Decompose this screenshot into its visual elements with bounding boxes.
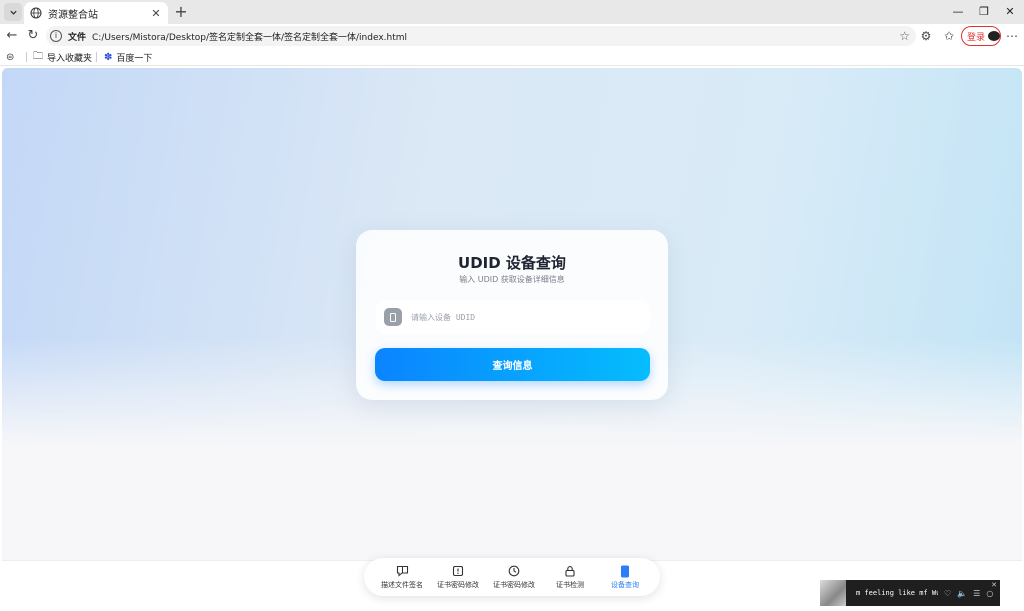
close-player-icon[interactable]: ✕ xyxy=(991,581,997,589)
page-viewport: UDID 设备查询 输入 UDID 获取设备详细信息 查询信息 描述文件签名 证… xyxy=(2,68,1022,609)
more-menu-icon[interactable]: ⋯ xyxy=(1004,28,1020,44)
chevron-down-icon xyxy=(9,10,17,15)
bookmark-separator xyxy=(96,52,97,62)
nav-item-profile-signing[interactable]: 描述文件签名 xyxy=(374,564,430,592)
globe-icon xyxy=(30,7,42,19)
bottom-nav: 描述文件签名 证书密码修改 证书密码修改 证书检测 设备查询 xyxy=(364,558,660,596)
lock-icon xyxy=(564,564,576,578)
new-tab-button[interactable]: + xyxy=(174,4,188,20)
loop-icon[interactable]: ○ xyxy=(986,589,993,598)
reload-icon[interactable]: ↻ xyxy=(25,28,41,44)
address-bar[interactable]: i 文件 C:/Users/Mistora/Desktop/签名定制全套一体/签… xyxy=(46,26,916,46)
tab-title: 资源整合站 xyxy=(48,9,98,21)
playlist-icon[interactable]: ☰ xyxy=(973,589,980,598)
nav-item-label: 证书密码修改 xyxy=(493,581,535,589)
nav-item-device-query[interactable]: 设备查询 xyxy=(597,564,653,592)
heart-icon[interactable]: ♡ xyxy=(944,589,951,598)
nav-item-label: 描述文件签名 xyxy=(381,581,423,589)
nav-item-cert-password-b[interactable]: 证书密码修改 xyxy=(486,564,542,592)
login-label: 登录 xyxy=(967,32,986,43)
nav-item-label: 证书检测 xyxy=(556,581,584,589)
udid-input[interactable] xyxy=(411,312,631,322)
udid-query-card: UDID 设备查询 输入 UDID 获取设备详细信息 查询信息 xyxy=(356,230,668,400)
tab-list-button[interactable] xyxy=(4,3,22,21)
track-name: m feeling like mf Wu- xyxy=(856,589,938,597)
back-icon[interactable]: ← xyxy=(4,28,20,44)
bookmark-label: 导入收藏夹 xyxy=(47,53,93,64)
close-window-icon[interactable]: ✕ xyxy=(1002,4,1018,20)
extensions-icon[interactable]: ⚙ xyxy=(918,28,934,44)
volume-icon[interactable]: 🔈 xyxy=(957,589,967,598)
query-button[interactable]: 查询信息 xyxy=(375,348,650,381)
card-title: UDID 设备查询 xyxy=(458,254,566,272)
favorite-star-icon[interactable]: ☆ xyxy=(899,29,910,43)
bookmark-import[interactable]: 🗀 导入收藏夹 xyxy=(33,50,93,64)
url-text[interactable]: C:/Users/Mistora/Desktop/签名定制全套一体/签名定制全套… xyxy=(92,30,407,43)
bookmarks-bar: ⊜ 🗀 导入收藏夹 ✽ 百度一下 xyxy=(0,48,1024,66)
scheme-label: 文件 xyxy=(68,32,87,43)
clock-icon xyxy=(508,564,520,578)
favorites-icon[interactable]: ✩ xyxy=(941,28,957,44)
nav-item-cert-password-a[interactable]: 证书密码修改 xyxy=(430,564,486,592)
folder-import-icon: 🗀 xyxy=(33,50,43,62)
bookmark-label: 百度一下 xyxy=(116,53,153,64)
phone-icon xyxy=(384,308,402,326)
tab-strip: 资源整合站 ✕ + — ❐ ✕ xyxy=(0,0,1024,24)
chat-bubble-icon xyxy=(396,564,409,578)
browser-toolbar: ← ↻ i 文件 C:/Users/Mistora/Desktop/签名定制全套… xyxy=(0,24,1024,48)
browser-tab[interactable]: 资源整合站 ✕ xyxy=(24,2,168,24)
album-art[interactable] xyxy=(820,580,846,606)
card-subtitle: 输入 UDID 获取设备详细信息 xyxy=(459,275,565,284)
nav-item-label: 设备查询 xyxy=(611,581,639,589)
reading-list-icon[interactable]: ⊜ xyxy=(6,51,14,63)
udid-input-wrapper[interactable] xyxy=(376,300,650,334)
avatar-icon xyxy=(988,31,1000,41)
nav-item-cert-check[interactable]: 证书检测 xyxy=(542,564,598,592)
mini-player: m feeling like mf Wu- ♡ 🔈 ☰ ○ ✕ xyxy=(820,580,1000,606)
info-icon[interactable]: i xyxy=(50,30,62,42)
minimize-icon[interactable]: — xyxy=(950,4,966,20)
bookmark-baidu[interactable]: ✽ 百度一下 xyxy=(104,51,153,64)
baidu-paw-icon: ✽ xyxy=(104,51,113,63)
phone-icon xyxy=(620,564,630,578)
login-button[interactable]: 登录 xyxy=(961,26,1001,46)
restore-icon[interactable]: ❐ xyxy=(976,4,992,20)
tab-close-icon[interactable]: ✕ xyxy=(150,7,162,20)
alert-box-icon xyxy=(452,564,464,578)
nav-item-label: 证书密码修改 xyxy=(437,581,479,589)
bookmark-separator xyxy=(26,52,27,62)
